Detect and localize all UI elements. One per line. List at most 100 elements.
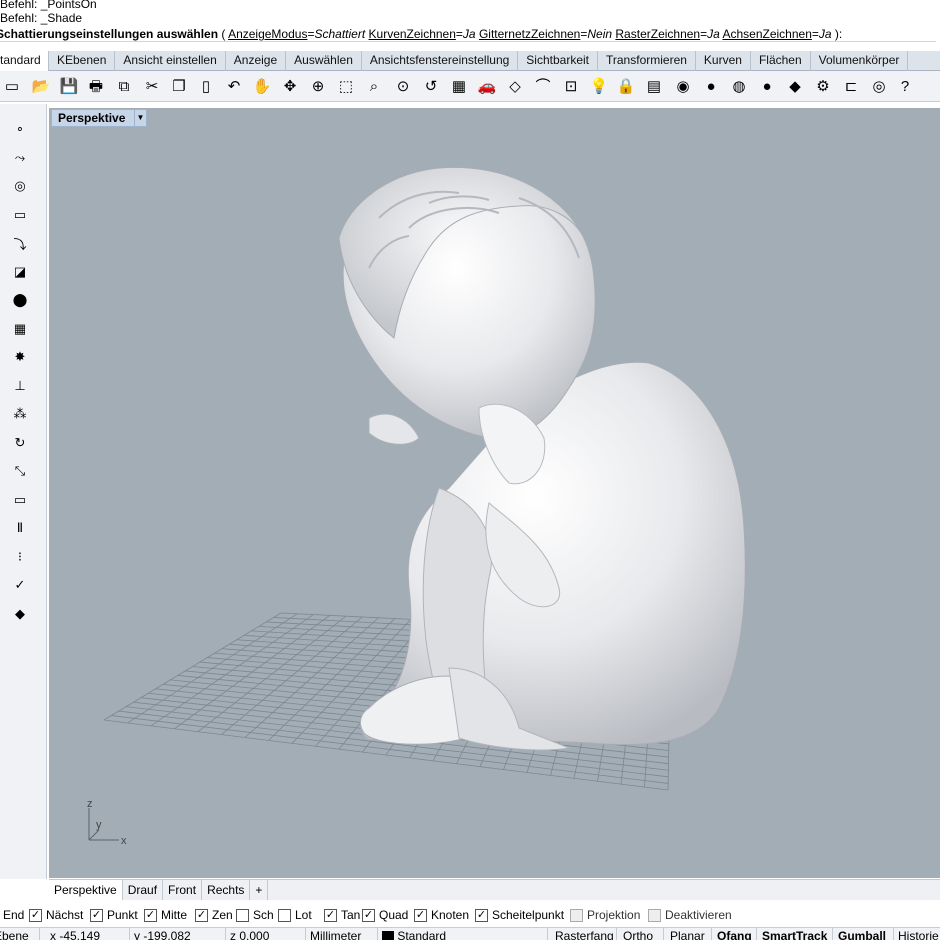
osnap-knoten[interactable]: ✓ Knoten bbox=[414, 908, 469, 922]
osnap-lot[interactable]: Lot bbox=[278, 908, 312, 922]
undo-icon[interactable]: ↶ bbox=[222, 74, 246, 98]
add-viewport-tab-icon[interactable]: + bbox=[250, 880, 269, 900]
tab-ansicht-einstellen[interactable]: Ansicht einstellen bbox=[115, 51, 226, 71]
arc-icon[interactable]: ⤵ bbox=[9, 232, 31, 254]
boolean-icon[interactable]: ⊥ bbox=[9, 375, 31, 397]
option-rasterzeichnen[interactable]: RasterZeichnen bbox=[615, 27, 700, 41]
light-icon[interactable]: 💡 bbox=[587, 74, 611, 98]
osnap-tan[interactable]: ✓ Tan bbox=[324, 908, 360, 922]
tab-kebenen[interactable]: KEbenen bbox=[49, 51, 116, 71]
options-gear-icon[interactable]: ⚙ bbox=[811, 74, 835, 98]
viewport-title[interactable]: Perspektive ▼ bbox=[51, 109, 147, 127]
zoom-icon[interactable]: ⊕ bbox=[306, 74, 330, 98]
ofang-toggle[interactable]: Ofang bbox=[713, 928, 757, 940]
checkbox[interactable]: ✓ bbox=[90, 908, 103, 922]
rendered-sphere-icon[interactable]: ◍ bbox=[727, 74, 751, 98]
array-icon[interactable]: ⁝ bbox=[9, 546, 31, 568]
checkbox[interactable]: ✓ bbox=[362, 908, 375, 922]
option-achsenzeichnen[interactable]: AchsenZeichnen bbox=[722, 27, 811, 41]
layer-icon[interactable]: ▤ bbox=[642, 74, 666, 98]
rotate-icon[interactable]: ↻ bbox=[9, 432, 31, 454]
new-file-icon[interactable]: ▭ bbox=[0, 74, 24, 98]
option-kurvenzeichnen[interactable]: KurvenZeichnen bbox=[369, 27, 456, 41]
render-icon[interactable]: ● bbox=[755, 74, 779, 98]
paste-icon[interactable]: ▯ bbox=[194, 74, 218, 98]
history-toggle[interactable]: Historie bbox=[894, 928, 940, 940]
check-icon[interactable]: ✓ bbox=[9, 574, 31, 596]
osnap-nächst[interactable]: ✓ Nächst bbox=[29, 908, 83, 922]
lock-icon[interactable]: 🔒 bbox=[614, 74, 638, 98]
project-icon[interactable]: ◆ bbox=[9, 603, 31, 625]
tab-auswählen[interactable]: Auswählen bbox=[286, 51, 362, 71]
tab-ansichtsfenstereinstellung[interactable]: Ansichtsfenstereinstellung bbox=[362, 51, 519, 71]
explode-icon[interactable]: ✸ bbox=[9, 346, 31, 368]
tab-anzeige[interactable]: Anzeige bbox=[226, 51, 287, 71]
osnap-sch[interactable]: Sch bbox=[236, 908, 274, 922]
checkbox[interactable]: ✓ bbox=[475, 908, 488, 922]
dimension-side-icon[interactable]: ▭ bbox=[9, 489, 31, 511]
checkbox[interactable] bbox=[278, 908, 291, 922]
zoom-selected-icon[interactable]: ⊙ bbox=[391, 74, 415, 98]
named-view-icon[interactable]: ◇ bbox=[503, 74, 527, 98]
circle-icon[interactable]: ◎ bbox=[9, 175, 31, 197]
text-icon[interactable]: Ⅱ bbox=[9, 517, 31, 539]
curve-icon[interactable]: ⤳ bbox=[9, 147, 31, 169]
tab-standard[interactable]: Standard bbox=[0, 51, 49, 71]
tab-flächen[interactable]: Flächen bbox=[751, 51, 811, 71]
solid-spheres-icon[interactable]: ⬤ bbox=[9, 289, 31, 311]
undo-view-icon[interactable]: ↺ bbox=[419, 74, 443, 98]
checkbox[interactable]: ✓ bbox=[195, 908, 208, 922]
checkbox[interactable]: ✓ bbox=[414, 908, 427, 922]
tab-sichtbarkeit[interactable]: Sichtbarkeit bbox=[518, 51, 598, 71]
perspective-viewport[interactable]: Perspektive ▼ z y x bbox=[49, 108, 940, 878]
tab-volumenkörper[interactable]: Volumenkörper bbox=[811, 51, 909, 71]
tab-kurven[interactable]: Kurven bbox=[696, 51, 751, 71]
save-icon[interactable]: 💾 bbox=[57, 74, 81, 98]
dimension-icon[interactable]: ⊏ bbox=[839, 74, 863, 98]
spotlight-icon[interactable]: ◆ bbox=[783, 74, 807, 98]
rotate-view-icon[interactable]: ✥ bbox=[278, 74, 302, 98]
osnap-punkt[interactable]: ✓ Punkt bbox=[90, 908, 138, 922]
zoom-extents-icon[interactable]: ⌕ bbox=[362, 74, 386, 98]
rasterfang-toggle[interactable]: Rasterfang bbox=[551, 928, 617, 940]
cut-icon[interactable]: ✂ bbox=[140, 74, 164, 98]
osnap-mitte[interactable]: ✓ Mitte bbox=[144, 908, 187, 922]
pan-hand-icon[interactable]: ✋ bbox=[250, 74, 274, 98]
car-icon[interactable]: 🚗 bbox=[475, 74, 499, 98]
rectangle-icon[interactable]: ▭ bbox=[9, 204, 31, 226]
viewport-tab-perspektive[interactable]: Perspektive bbox=[49, 880, 123, 900]
checkbox[interactable]: ✓ bbox=[144, 908, 157, 922]
units[interactable]: Millimeter bbox=[306, 928, 378, 940]
smarttrack-toggle[interactable]: SmartTrack bbox=[758, 928, 833, 940]
gumball-toggle[interactable]: Gumball bbox=[834, 928, 894, 940]
viewport-tab-rechts[interactable]: Rechts bbox=[202, 880, 251, 900]
checkbox[interactable]: ✓ bbox=[29, 908, 42, 922]
open-folder-icon[interactable]: 📂 bbox=[29, 74, 53, 98]
osnap-scheitelpunkt[interactable]: ✓ Scheitelpunkt bbox=[475, 908, 564, 922]
viewport-menu-arrow-icon[interactable]: ▼ bbox=[134, 110, 146, 126]
help-icon[interactable]: ? bbox=[893, 74, 917, 98]
checkbox[interactable] bbox=[648, 908, 661, 922]
named-cplane-icon[interactable]: ⌒ bbox=[531, 74, 555, 98]
import-icon[interactable]: ⧉ bbox=[112, 74, 136, 98]
four-viewports-icon[interactable]: ▦ bbox=[447, 74, 471, 98]
osnap-end[interactable]: ✓End bbox=[0, 908, 24, 922]
osnap-icon[interactable]: ⊡ bbox=[559, 74, 583, 98]
option-gitternetzzeichnen[interactable]: GitternetzZeichnen bbox=[479, 27, 580, 41]
surface-icon[interactable]: ◪ bbox=[9, 261, 31, 283]
osnap-deaktivieren[interactable]: Deaktivieren bbox=[648, 908, 732, 922]
shaded-sphere-icon[interactable]: ● bbox=[699, 74, 723, 98]
scale-icon[interactable]: ⤡ bbox=[9, 460, 31, 482]
copy-icon[interactable]: ❐ bbox=[167, 74, 191, 98]
osnap-zen[interactable]: ✓ Zen bbox=[195, 908, 233, 922]
checkbox[interactable] bbox=[236, 908, 249, 922]
print-icon[interactable]: 🖶 bbox=[84, 74, 108, 98]
viewport-tab-drauf[interactable]: Drauf bbox=[123, 880, 164, 900]
osnap-quad[interactable]: ✓ Quad bbox=[362, 908, 408, 922]
point-icon[interactable]: ∘ bbox=[9, 118, 31, 140]
color-wheel-icon[interactable]: ◉ bbox=[671, 74, 695, 98]
checkbox[interactable] bbox=[570, 908, 583, 922]
tab-transformieren[interactable]: Transformieren bbox=[598, 51, 696, 71]
viewport-tab-front[interactable]: Front bbox=[163, 880, 203, 900]
plugin-icon[interactable]: ◎ bbox=[867, 74, 891, 98]
